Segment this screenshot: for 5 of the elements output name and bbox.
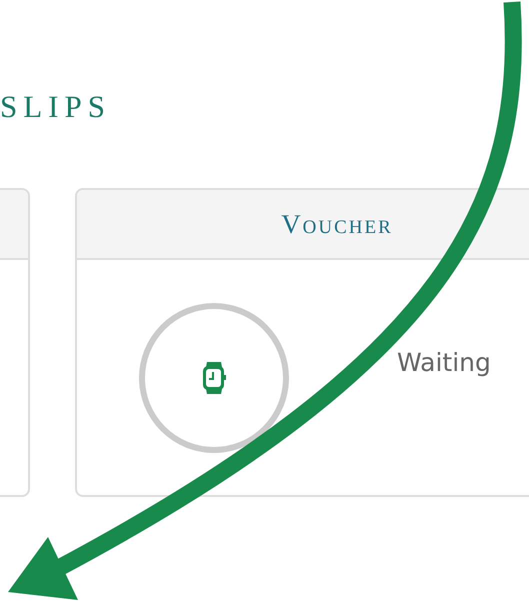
arrowhead (8, 537, 78, 600)
card-title: Voucher (280, 208, 393, 240)
watch-icon (201, 362, 227, 394)
section-heading: SLIPS (0, 88, 111, 126)
status-text: Waiting (397, 348, 491, 377)
